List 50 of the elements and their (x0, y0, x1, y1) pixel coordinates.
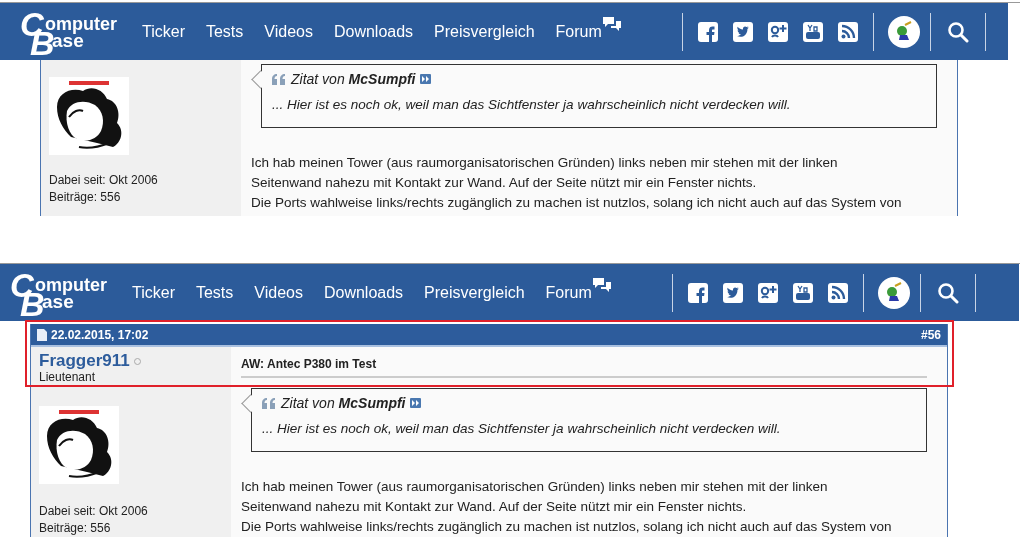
nav-link[interactable]: Tests (205, 22, 244, 41)
quote-icon (272, 73, 286, 85)
join-date: Dabei seit: Okt 2006 (49, 172, 159, 189)
quote-attribution: Zitat von McSumpfi (291, 71, 416, 87)
quote-text: ... Hier ist es noch ok, weil man das Sichtfenster ja wahrscheinlich nicht verdecken will. (272, 97, 792, 112)
twitter-icon[interactable] (733, 21, 753, 42)
rss-icon[interactable] (838, 21, 858, 42)
jump-to-post-icon[interactable] (420, 74, 432, 84)
twitter-icon[interactable] (723, 282, 743, 303)
post-text-line: Seitenwand nahezu mit Kontakt zur Wand. Auf der Seite nützt mir ein Fenster nichts. (251, 174, 758, 192)
nav-link[interactable]: Ticker (132, 283, 175, 302)
post-date: 22.02.2015, 17:02 (51, 327, 149, 342)
document-icon (37, 328, 47, 341)
facebook-icon[interactable] (688, 282, 708, 303)
youtube-icon[interactable] (793, 282, 813, 303)
post-text-line: Seitenwand nahezu mit Kontakt zur Wand. Auf der Seite nützt mir ein Fenster nichts. (241, 498, 748, 516)
nav-link[interactable]: Tests (195, 283, 234, 302)
nav-link[interactable]: Preisvergleich (424, 283, 525, 302)
post-number-link[interactable]: #56 (920, 327, 941, 342)
nav-link[interactable]: Ticker (142, 22, 185, 41)
nav-link[interactable]: Preisvergleich (434, 22, 535, 41)
post-title: AW: Antec P380 im Test (241, 357, 927, 378)
user-avatar[interactable] (888, 15, 920, 48)
facebook-icon[interactable] (698, 21, 718, 42)
nav-link[interactable]: Forum (545, 283, 592, 302)
join-date: Dabei seit: Okt 2006 (39, 503, 149, 520)
post-text-line: Die Ports wahlweise links/rechts zugänglich zu machen ist nutzlos, solang ich nicht auch auf das System von (251, 194, 903, 212)
nav-link[interactable]: Downloads (323, 283, 404, 302)
youtube-icon[interactable] (803, 21, 823, 42)
user-rank: Lieutenant (39, 370, 97, 384)
post-count: Beiträge: 556 (49, 189, 122, 206)
nav-link[interactable]: Videos (264, 22, 313, 41)
quote-icon (262, 397, 276, 409)
jump-to-post-icon[interactable] (410, 398, 422, 408)
quote-text: ... Hier ist es noch ok, weil man das Sichtfenster ja wahrscheinlich nicht verdecken will. (262, 421, 782, 436)
user-avatar[interactable] (878, 276, 910, 309)
nav-link[interactable]: Downloads (333, 22, 414, 41)
google-plus-icon[interactable] (768, 21, 788, 42)
search-icon[interactable] (947, 20, 969, 43)
nav-link[interactable]: Videos (254, 283, 303, 302)
username-link[interactable]: Fragger911 (39, 352, 130, 370)
post-text-line: Die Ports wahlweise links/rechts zugänglich zu machen ist nutzlos, solang ich nicht auch auf das System von (241, 518, 893, 536)
post-text-line: Ich hab meinen Tower (aus raumorganisatorischen Gründen) links neben mir stehen mit der linken (251, 154, 839, 172)
search-icon[interactable] (937, 281, 959, 304)
rss-icon[interactable] (828, 282, 848, 303)
quote-attribution: Zitat von McSumpfi (281, 395, 406, 411)
nav-link[interactable]: Forum (555, 22, 602, 41)
google-plus-icon[interactable] (758, 282, 778, 303)
post-count: Beiträge: 556 (39, 520, 112, 537)
post-text-line: Ich hab meinen Tower (aus raumorganisatorischen Gründen) links neben mir stehen mit der linken (241, 478, 829, 496)
